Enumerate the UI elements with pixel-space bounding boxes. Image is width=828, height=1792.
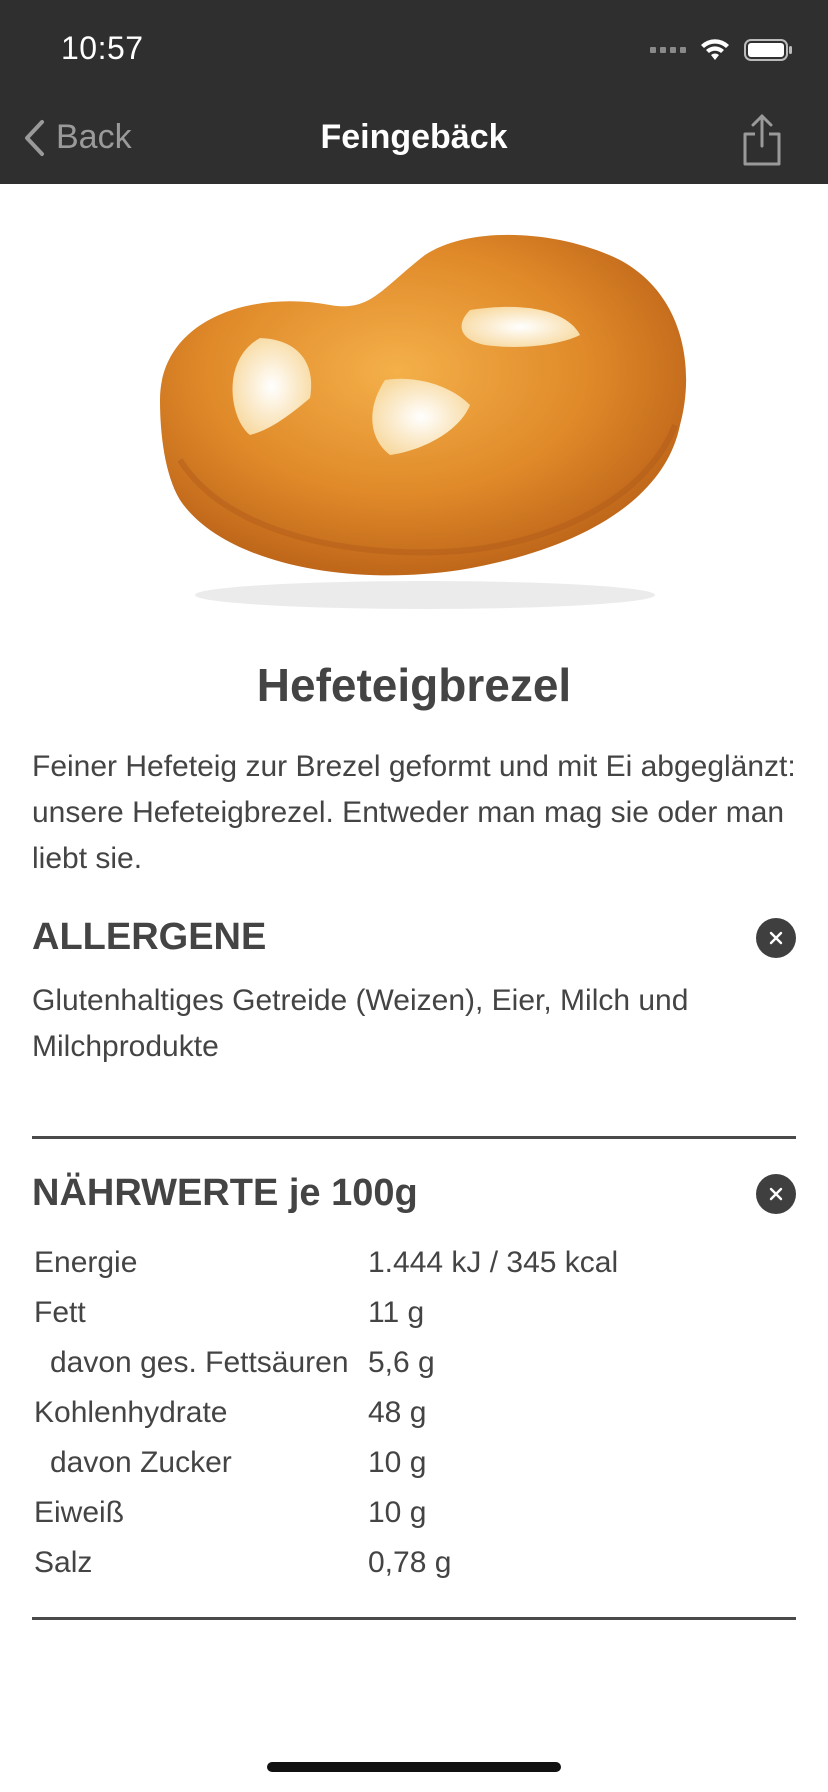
nutrient-name: Kohlenhydrate	[34, 1396, 228, 1429]
nutrition-row: davon ges. Fettsäuren 5,6 g	[34, 1338, 794, 1388]
nutrition-heading: NÄHRWERTE je 100g	[32, 1172, 418, 1214]
nutrition-row: davon Zucker 10 g	[34, 1438, 794, 1488]
nutrient-value: 10 g	[368, 1446, 427, 1479]
nutrient-name: davon Zucker	[50, 1446, 232, 1479]
nutrition-header: NÄHRWERTE je 100g	[32, 1172, 796, 1215]
nutrition-row: Kohlenhydrate 48 g	[34, 1388, 794, 1438]
nutrient-value: 10 g	[368, 1496, 427, 1529]
nutrition-close-button[interactable]	[756, 1173, 796, 1214]
wifi-icon	[701, 39, 729, 60]
nutrient-value: 5,6 g	[368, 1346, 435, 1379]
home-indicator[interactable]	[267, 1762, 561, 1772]
allergens-close-button[interactable]	[756, 917, 796, 958]
status-icons	[650, 36, 794, 64]
share-button[interactable]	[740, 112, 784, 168]
pretzel-image	[160, 234, 687, 609]
nutrient-value: 48 g	[368, 1396, 427, 1429]
status-time: 10:57	[61, 30, 144, 66]
nutrition-table: Energie 1.444 kJ / 345 kcal Fett 11 g da…	[34, 1238, 794, 1588]
nutrient-name: Energie	[34, 1246, 138, 1279]
nutrition-row: Fett 11 g	[34, 1288, 794, 1338]
nutrition-row: Energie 1.444 kJ / 345 kcal	[34, 1238, 794, 1288]
divider	[32, 1136, 796, 1139]
nutrient-name: davon ges. Fettsäuren	[50, 1346, 349, 1379]
nav-title: Feingebäck	[320, 118, 508, 156]
nutrition-row: Eiweiß 10 g	[34, 1488, 794, 1538]
nutrient-value: 0,78 g	[368, 1546, 452, 1579]
nutrient-value: 11 g	[368, 1296, 425, 1329]
nutrient-name: Eiweiß	[34, 1496, 125, 1529]
close-icon	[769, 931, 783, 944]
product-title: Hefeteigbrezel	[256, 659, 572, 711]
product-description: Feiner Hefeteig zur Brezel geformt und m…	[32, 750, 796, 875]
nutrient-value: 1.444 kJ / 345 kcal	[368, 1246, 619, 1279]
divider	[32, 1617, 796, 1620]
top-bar: 10:57 Back Feingebäck	[0, 0, 828, 184]
nutrition-row: Salz 0,78 g	[34, 1538, 794, 1588]
battery-icon	[744, 39, 792, 61]
allergens-text: Glutenhaltiges Getreide (Weizen), Eier, …	[32, 984, 689, 1063]
share-icon	[743, 114, 781, 166]
signal-icon	[650, 47, 686, 53]
nutrient-name: Salz	[34, 1546, 93, 1579]
allergens-header: ALLERGENE	[32, 916, 796, 959]
nutrient-name: Fett	[34, 1296, 86, 1329]
allergens-heading: ALLERGENE	[32, 916, 267, 958]
close-icon	[769, 1187, 783, 1200]
